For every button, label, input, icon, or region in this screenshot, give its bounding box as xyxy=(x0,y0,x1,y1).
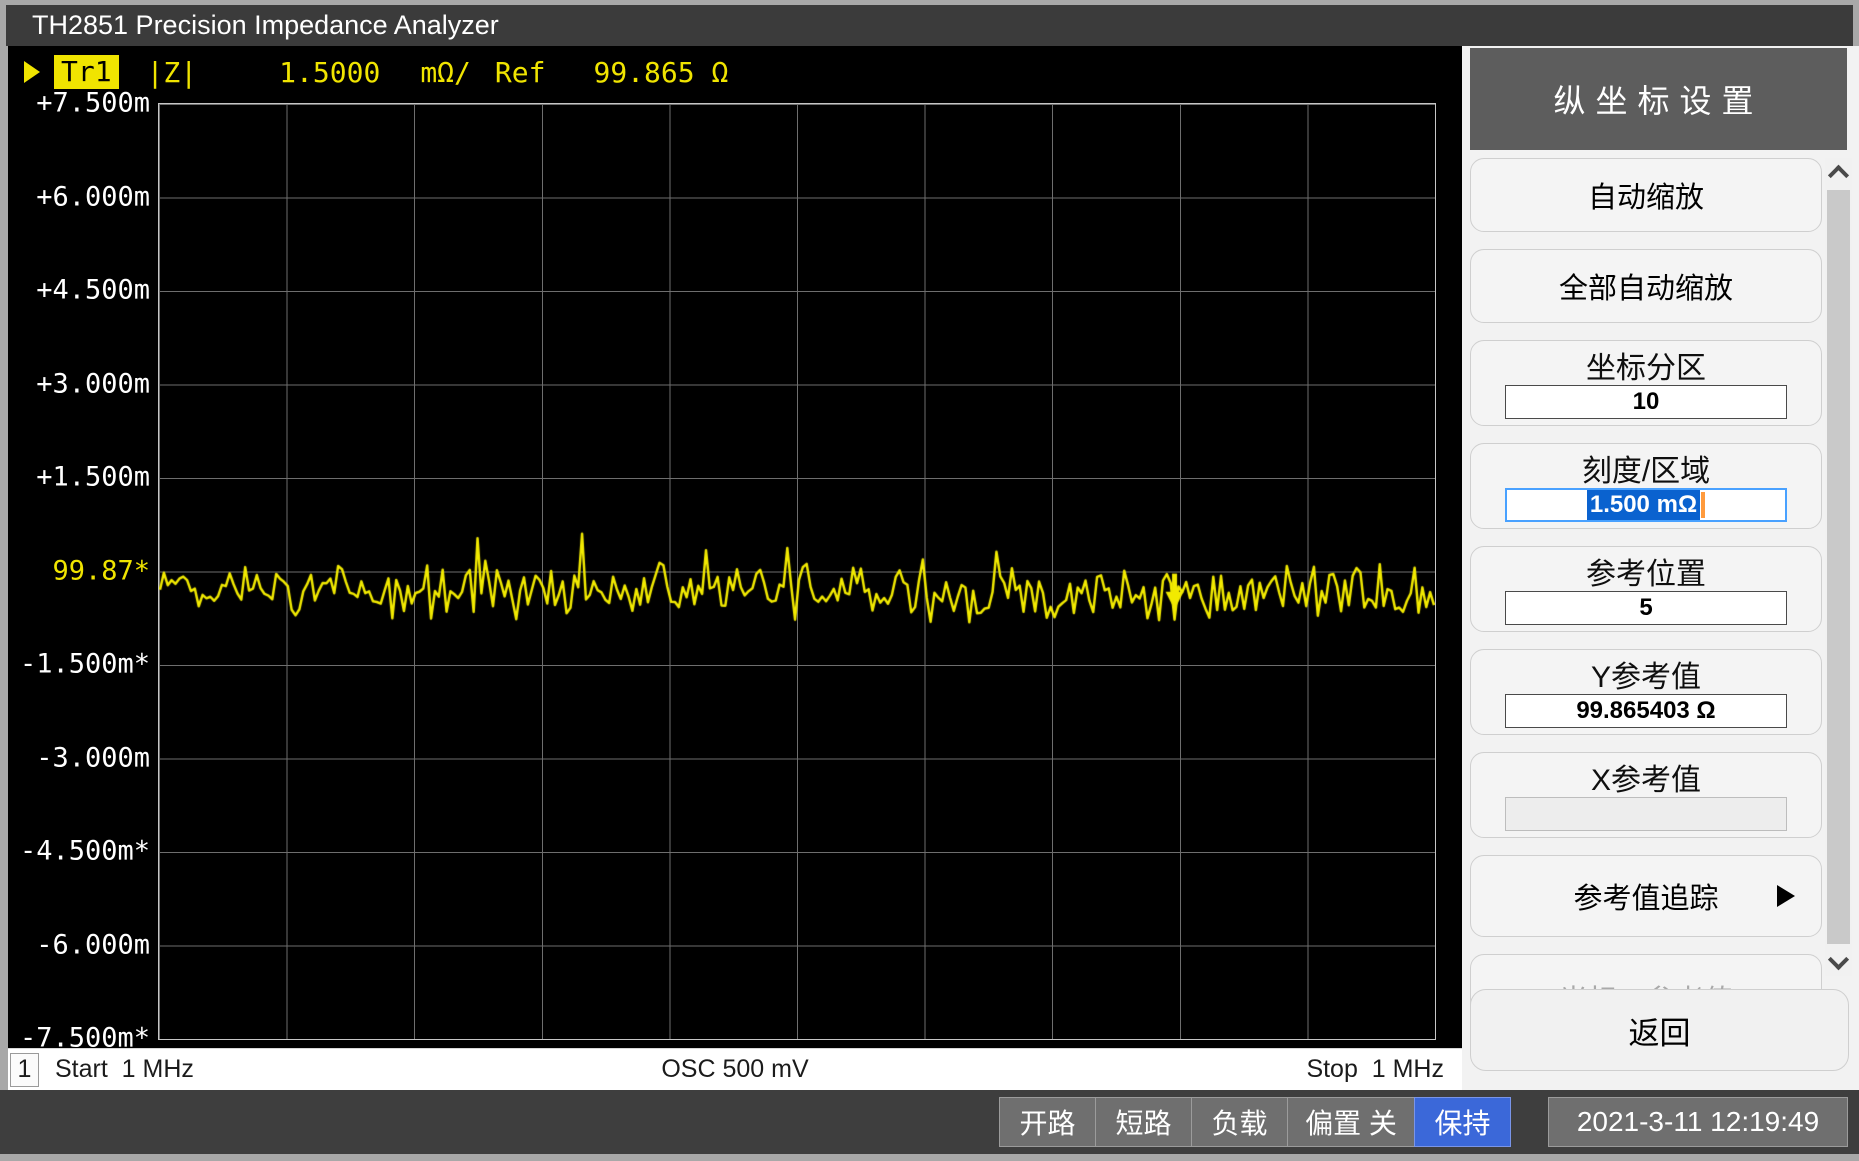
trace-scale-unit: mΩ/ xyxy=(420,56,471,89)
x-reference-value-field-label: X参考值 xyxy=(1471,758,1821,796)
y-axis-tick-label: +1.500m xyxy=(36,462,150,493)
reference-position-field-input[interactable]: 5 xyxy=(1505,591,1787,625)
trace-name-badge[interactable]: Tr1 xyxy=(54,55,119,89)
scroll-up-icon[interactable] xyxy=(1825,158,1852,186)
scrollbar-thumb[interactable] xyxy=(1827,190,1850,944)
back-button[interactable]: 返回 xyxy=(1470,989,1849,1071)
bias-off-button[interactable]: 偏置 关 xyxy=(1287,1097,1415,1147)
x-reference-value-field-input xyxy=(1505,797,1787,831)
trace-ref-label: Ref xyxy=(495,56,546,89)
sidebar-menu: 自动缩放全部自动缩放坐标分区10 刻度/区域1.500 mΩ 参考位置5 Y参考值99… xyxy=(1470,158,1822,1059)
sweep-status-bar: 1 Start 1 MHz OSC 500 mV Stop 1 MHz xyxy=(8,1048,1462,1090)
short-correction-button[interactable]: 短路 xyxy=(1095,1097,1192,1147)
datetime-display: 2021-3-11 12:19:49 xyxy=(1548,1097,1848,1147)
scale-divisions-field: 坐标分区10 xyxy=(1470,340,1822,426)
auto-scale-all-button[interactable]: 全部自动缩放 xyxy=(1470,249,1822,323)
scale-per-division-field-input[interactable]: 1.500 mΩ xyxy=(1505,488,1787,522)
y-axis-tick-label: +3.000m xyxy=(36,368,150,399)
plot-panel: Tr1 |Z| 1.5000 mΩ/ Ref 99.865 Ω +7.500m +… xyxy=(8,46,1462,1048)
sidebar-title: 纵坐标设置 xyxy=(1470,48,1847,150)
settings-sidebar: 纵坐标设置 自动缩放全部自动缩放坐标分区10 刻度/区域1.500 mΩ 参考位置5… xyxy=(1462,46,1859,1090)
selected-text: 1.500 mΩ xyxy=(1587,490,1700,520)
sweep-start-label: Start 1 MHz xyxy=(55,1055,194,1084)
scale-per-division-field-label: 刻度/区域 xyxy=(1471,449,1821,487)
app-window: TH2851 Precision Impedance Analyzer Tr1 … xyxy=(0,0,1859,1161)
osc-level-label: OSC 500 mV xyxy=(661,1055,808,1084)
trace-scale-value: 1.5000 xyxy=(279,56,380,89)
auto-scale-all-button-label: 全部自动缩放 xyxy=(1559,265,1733,307)
text-caret xyxy=(1701,492,1705,518)
y-axis-tick-label: -1.500m* xyxy=(20,649,150,680)
y-axis-tick-label: +6.000m xyxy=(36,181,150,212)
y-axis-tick-label: -6.000m xyxy=(36,929,150,960)
channel-indicator: 1 xyxy=(10,1053,39,1087)
reference-tracking-button-label: 参考值追踪 xyxy=(1573,875,1718,917)
scroll-down-icon[interactable] xyxy=(1825,948,1852,976)
trace-info-bar: Tr1 |Z| 1.5000 mΩ/ Ref 99.865 Ω xyxy=(24,54,728,90)
y-axis-tick-label: -4.500m* xyxy=(20,836,150,867)
sweep-stop-label: Stop 1 MHz xyxy=(1306,1055,1444,1084)
y-axis-tick-label: -3.000m xyxy=(36,742,150,773)
scale-per-division-field: 刻度/区域1.500 mΩ xyxy=(1470,443,1822,529)
scale-divisions-field-label: 坐标分区 xyxy=(1471,346,1821,384)
bottom-toolbar: 开路短路负载偏置 关保持 2021-3-11 12:19:49 xyxy=(0,1090,1859,1154)
sidebar-scrollbar[interactable] xyxy=(1825,158,1852,976)
titlebar: TH2851 Precision Impedance Analyzer xyxy=(6,5,1853,46)
y-axis-reference-label: 99.87* xyxy=(52,555,150,586)
x-reference-value-field: X参考值 xyxy=(1470,752,1822,838)
trace-ref-value: 99.865 Ω xyxy=(593,56,728,89)
reference-tracking-button[interactable]: 参考值追踪 xyxy=(1470,855,1822,937)
y-reference-value-field-label: Y参考值 xyxy=(1471,655,1821,693)
y-axis-labels: +7.500m+6.000m+4.500m+3.000m+1.500m99.87… xyxy=(8,103,152,1038)
y-reference-value-field-input[interactable]: 99.865403 Ω xyxy=(1505,694,1787,728)
correction-buttons: 开路短路负载偏置 关保持 xyxy=(1000,1097,1511,1147)
y-reference-value-field: Y参考值99.865403 Ω xyxy=(1470,649,1822,735)
trace-parameter: |Z| xyxy=(147,56,198,89)
load-correction-button[interactable]: 负载 xyxy=(1191,1097,1288,1147)
plot-grid xyxy=(158,103,1436,1040)
auto-scale-button-label: 自动缩放 xyxy=(1588,174,1704,216)
impedance-trace[interactable] xyxy=(159,104,1435,1039)
reference-position-field: 参考位置5 xyxy=(1470,546,1822,632)
submenu-arrow-icon xyxy=(1777,885,1795,907)
window-title: TH2851 Precision Impedance Analyzer xyxy=(32,10,499,41)
active-trace-arrow-icon xyxy=(24,61,40,83)
y-axis-tick-label: +4.500m xyxy=(36,275,150,306)
reference-position-field-label: 参考位置 xyxy=(1471,552,1821,590)
auto-scale-button[interactable]: 自动缩放 xyxy=(1470,158,1822,232)
y-axis-tick-label: +7.500m xyxy=(36,88,150,119)
scale-divisions-field-input[interactable]: 10 xyxy=(1505,385,1787,419)
hold-button[interactable]: 保持 xyxy=(1414,1097,1511,1147)
open-correction-button[interactable]: 开路 xyxy=(999,1097,1096,1147)
